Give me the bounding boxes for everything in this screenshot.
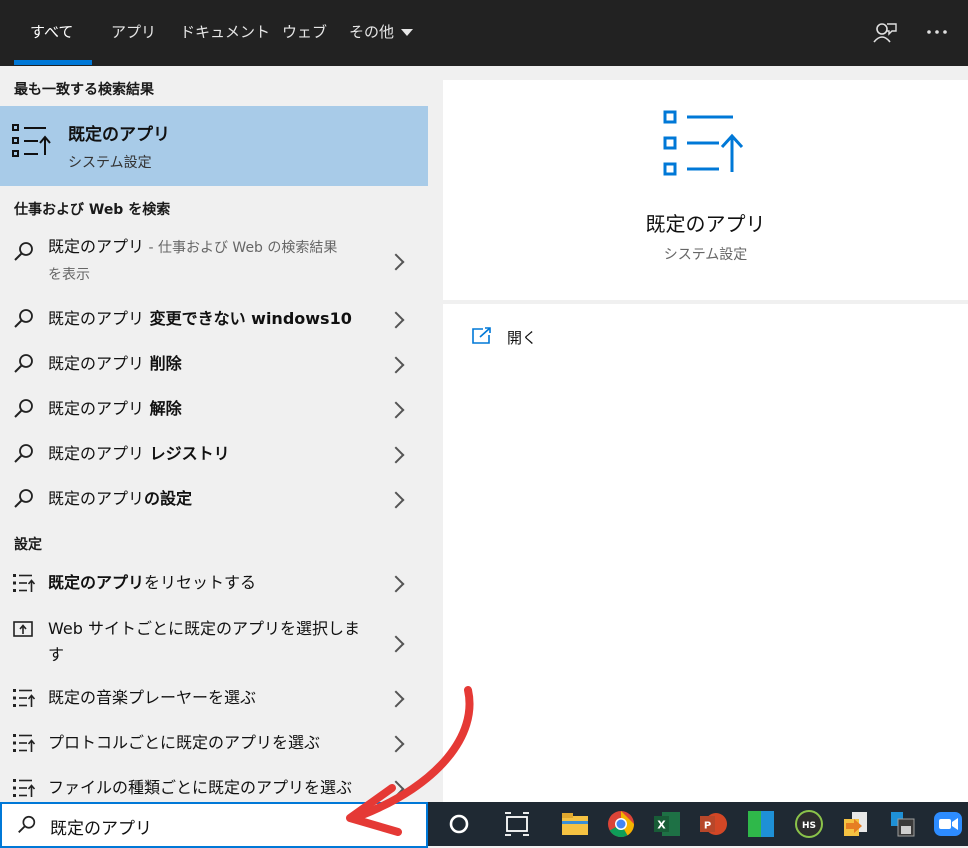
chevron-right-icon [387, 253, 405, 271]
web-result-suggestion: レジストリ [144, 444, 230, 463]
chevron-right-icon [387, 575, 405, 593]
web-result-suggestion: 解除 [144, 399, 182, 418]
task-view-icon[interactable] [502, 809, 532, 839]
settings-item[interactable]: ファイルの種類ごとに既定のアプリを選ぶ [0, 775, 428, 801]
settings-item-label: 既定の音楽プレーヤーを選ぶ [48, 688, 257, 707]
chrome-icon[interactable] [606, 809, 636, 839]
chevron-right-icon [387, 690, 405, 708]
preview-actions: 開く [443, 304, 968, 802]
web-result-suggestion: 削除 [144, 354, 182, 373]
cortana-icon[interactable] [444, 809, 474, 839]
settings-item-label: をリセットする [144, 573, 257, 592]
chevron-right-icon [387, 446, 405, 464]
web-result-item[interactable]: 既定のアプリ - 仕事および Web の検索結果を表示 [0, 232, 428, 290]
hs-app-icon[interactable]: HS [794, 809, 824, 839]
web-result-item[interactable]: 既定のアプリ 削除 [0, 351, 428, 377]
svg-text:HS: HS [802, 821, 816, 831]
more-options-icon[interactable] [926, 28, 948, 36]
default-apps-icon [13, 689, 36, 707]
chevron-right-icon [387, 735, 405, 753]
web-result-term: 既定のアプリ [48, 399, 145, 418]
web-result-suggestion: の設定 [144, 489, 193, 508]
best-match-title: 既定のアプリ [68, 125, 170, 145]
settings-item[interactable]: プロトコルごとに既定のアプリを選ぶ [0, 730, 428, 756]
zoom-icon[interactable] [933, 809, 963, 839]
svg-text:X: X [657, 819, 666, 832]
chevron-right-icon [387, 491, 405, 509]
settings-item-label-line2: す [48, 645, 65, 664]
tab-documents[interactable]: ドキュメント [180, 0, 270, 66]
open-icon [472, 327, 491, 344]
web-result-item[interactable]: 既定のアプリ 変更できない windows10 [0, 306, 428, 332]
chevron-right-icon [387, 780, 405, 798]
best-match-item[interactable]: 既定のアプリ システム設定 [0, 106, 428, 186]
chevron-right-icon [387, 356, 405, 374]
web-result-suffix-line2: を表示 [48, 267, 90, 283]
preview-title: 既定のアプリ [645, 212, 766, 236]
settings-item-term: 既定のアプリ [48, 573, 145, 592]
chevron-down-icon [401, 29, 414, 36]
active-tab-indicator [14, 60, 92, 65]
web-result-term: 既定のアプリ [48, 444, 145, 463]
tab-web[interactable]: ウェブ [282, 0, 327, 66]
file-explorer-icon[interactable] [560, 809, 590, 839]
web-result-term: 既定のアプリ [48, 237, 145, 256]
best-match-subtitle: システム設定 [68, 155, 152, 171]
settings-item[interactable]: Web サイトごとに既定のアプリを選択します [0, 616, 428, 668]
settings-item-label: Web サイトごとに既定のアプリを選択しま [48, 619, 360, 638]
chevron-right-icon [387, 311, 405, 329]
search-icon [14, 444, 33, 463]
feedback-icon[interactable] [872, 20, 898, 46]
search-icon [14, 489, 33, 508]
preview-card: 既定のアプリ システム設定 [443, 80, 968, 300]
tab-apps[interactable]: アプリ [111, 0, 156, 66]
settings-item[interactable]: 既定の音楽プレーヤーを選ぶ [0, 685, 428, 711]
search-icon [14, 242, 33, 261]
web-result-suggestion: 変更できない windows10 [144, 309, 352, 328]
settings-item-label: プロトコルごとに既定のアプリを選ぶ [48, 733, 321, 752]
tab-more[interactable]: その他 [349, 0, 414, 66]
open-action[interactable]: 開く [471, 326, 591, 350]
web-result-term: 既定のアプリ [48, 489, 145, 508]
web-result-term: 既定のアプリ [48, 354, 145, 373]
search-icon [18, 815, 36, 833]
search-icon [14, 309, 33, 328]
web-result-term: 既定のアプリ [48, 309, 145, 328]
file-transfer-icon[interactable] [840, 809, 870, 839]
search-box[interactable]: 既定のアプリ [0, 802, 428, 848]
best-match-header: 最も一致する検索結果 [14, 82, 154, 98]
web-default-icon [13, 621, 33, 637]
preview-subtitle: システム設定 [663, 247, 748, 263]
search-icon [14, 354, 33, 373]
tab-all[interactable]: すべて [30, 0, 73, 66]
default-apps-icon [663, 110, 744, 176]
web-result-item[interactable]: 既定のアプリ 解除 [0, 396, 428, 422]
web-result-item[interactable]: 既定のアプリの設定 [0, 486, 428, 512]
web-result-item[interactable]: 既定のアプリ レジストリ [0, 441, 428, 467]
remote-app-icon[interactable] [888, 809, 918, 839]
search-input[interactable]: 既定のアプリ [50, 814, 152, 839]
settings-item-label: ファイルの種類ごとに既定のアプリを選ぶ [48, 778, 353, 797]
settings-item[interactable]: 既定のアプリをリセットする [0, 570, 428, 596]
open-label: 開く [507, 329, 538, 347]
powerpoint-icon[interactable]: P [698, 809, 728, 839]
chevron-right-icon [387, 401, 405, 419]
tab-more-label: その他 [349, 23, 395, 41]
excel-icon[interactable]: X [652, 809, 682, 839]
web-search-header: 仕事および Web を検索 [14, 202, 171, 218]
default-apps-icon [13, 574, 36, 592]
taskbar: X P HS [428, 802, 968, 846]
default-apps-icon [12, 124, 51, 157]
settings-header: 設定 [14, 537, 42, 553]
web-result-suffix: - 仕事および Web の検索結果 [144, 240, 338, 256]
search-filter-bar: すべて アプリ ドキュメント ウェブ その他 [0, 0, 968, 66]
svg-text:P: P [704, 821, 711, 832]
default-apps-icon [13, 734, 36, 752]
green-app-icon[interactable] [746, 809, 776, 839]
results-panel: 最も一致する検索結果 既定のアプリ システム設定 仕事および Web を検索 既… [0, 66, 428, 802]
default-apps-icon [13, 779, 36, 797]
chevron-right-icon [387, 635, 405, 653]
search-icon [14, 399, 33, 418]
